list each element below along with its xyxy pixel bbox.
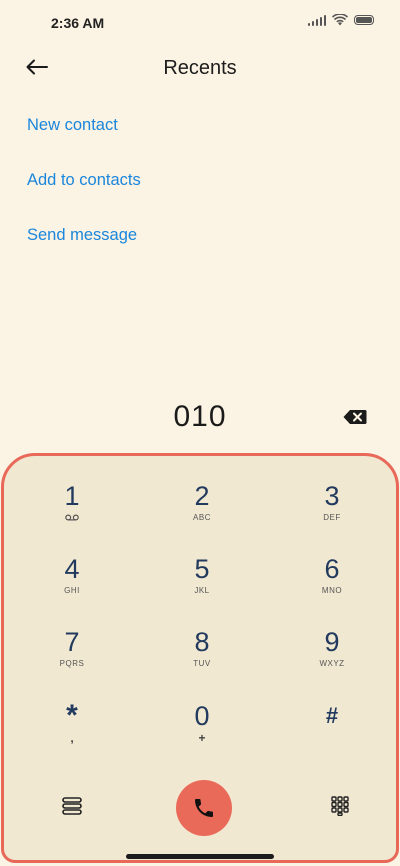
menu-icon xyxy=(62,797,82,815)
key-5[interactable]: 5 JKL xyxy=(147,553,257,617)
key-digit: 1 xyxy=(64,481,80,511)
key-8[interactable]: 8 TUV xyxy=(147,626,257,690)
home-indicator[interactable] xyxy=(126,854,274,859)
key-digit: # xyxy=(325,703,339,728)
battery-icon xyxy=(354,15,374,25)
wifi-icon xyxy=(332,14,348,26)
key-star[interactable]: * , xyxy=(17,700,127,764)
dialpad-icon xyxy=(331,796,349,816)
key-letters: + xyxy=(198,731,206,745)
key-6[interactable]: 6 MNO xyxy=(277,553,387,617)
header: Recents xyxy=(0,44,400,92)
status-bar: 2:36 AM xyxy=(0,0,400,44)
key-digit: 6 xyxy=(324,554,340,584)
key-letters: , xyxy=(70,731,74,745)
dialed-number: 010 xyxy=(173,400,227,433)
key-0[interactable]: 0 + xyxy=(147,700,257,764)
key-digit: 4 xyxy=(64,554,80,584)
key-1[interactable]: 1 xyxy=(17,480,127,544)
key-digit: 3 xyxy=(324,481,340,511)
dialpad-toggle-button[interactable] xyxy=(324,790,356,822)
key-2[interactable]: 2 ABC xyxy=(147,480,257,544)
call-button[interactable] xyxy=(176,780,232,836)
phone-icon xyxy=(195,799,213,817)
key-digit: 5 xyxy=(194,554,210,584)
backspace-icon xyxy=(343,410,367,424)
key-letters: ABC xyxy=(193,513,211,522)
key-digit: 8 xyxy=(194,627,210,657)
send-message-link[interactable]: Send message xyxy=(27,225,141,280)
key-letters: JKL xyxy=(194,586,210,595)
page-title: Recents xyxy=(163,57,237,79)
signal-icon xyxy=(307,14,326,26)
key-4[interactable]: 4 GHI xyxy=(17,553,127,617)
key-letters: MNO xyxy=(321,586,343,595)
menu-button[interactable] xyxy=(56,790,88,822)
new-contact-link[interactable]: New contact xyxy=(27,115,141,170)
key-letters: WXYZ xyxy=(319,659,345,668)
status-icons xyxy=(307,14,374,26)
action-list: New contact Add to contacts Send message xyxy=(27,115,141,280)
key-digit: 7 xyxy=(64,627,80,657)
key-letters: PQRS xyxy=(59,659,85,668)
backspace-button[interactable] xyxy=(343,409,369,427)
status-time: 2:36 AM xyxy=(51,15,105,31)
dialpad: 1 2 ABC 3 DEF 4 GHI 5 JKL 6 MNO 7 PQRS 8… xyxy=(1,453,399,863)
key-7[interactable]: 7 PQRS xyxy=(17,626,127,690)
key-3[interactable]: 3 DEF xyxy=(277,480,387,544)
key-hash[interactable]: # xyxy=(277,700,387,764)
key-letters: TUV xyxy=(193,659,211,668)
add-to-contacts-link[interactable]: Add to contacts xyxy=(27,170,141,225)
key-digit: 9 xyxy=(324,627,340,657)
voicemail-icon xyxy=(65,514,79,521)
key-digit: 2 xyxy=(194,481,210,511)
key-letters: DEF xyxy=(323,513,341,522)
key-digit: * xyxy=(66,699,78,732)
key-letters: GHI xyxy=(64,586,80,595)
key-digit: 0 xyxy=(194,701,210,731)
key-9[interactable]: 9 WXYZ xyxy=(277,626,387,690)
